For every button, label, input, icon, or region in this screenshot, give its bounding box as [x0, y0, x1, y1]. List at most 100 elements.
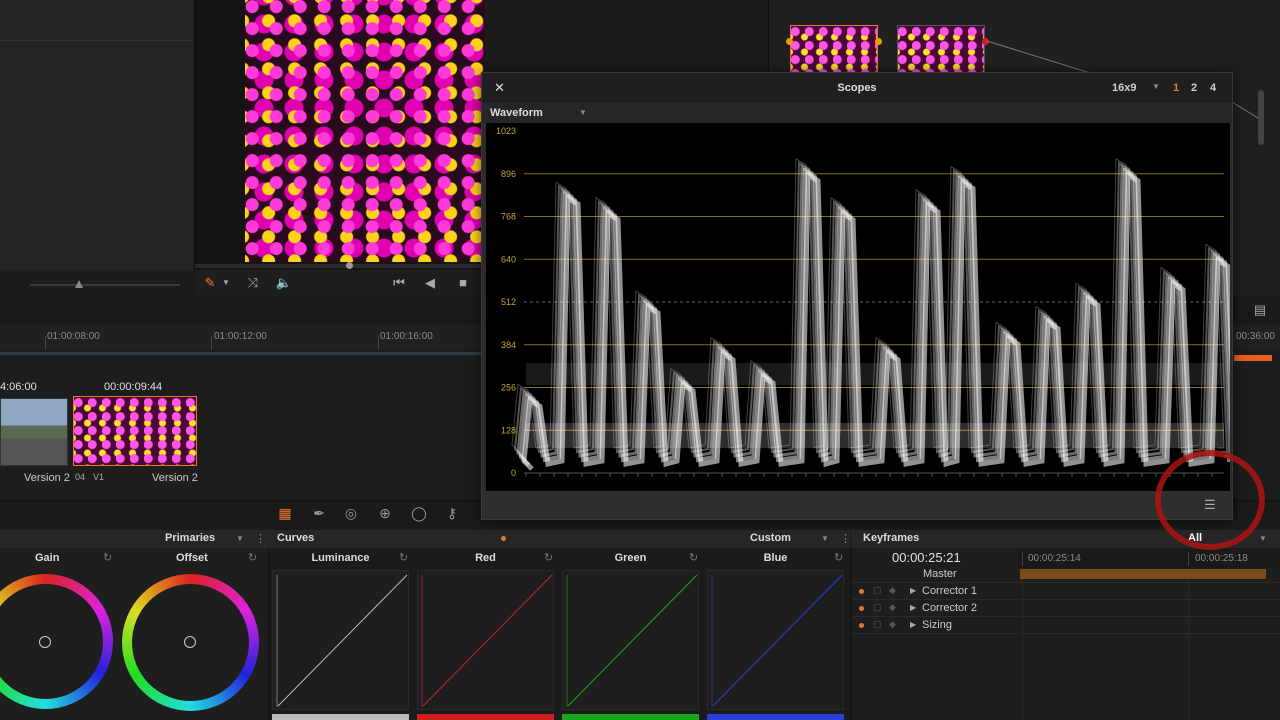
viewer-image	[245, 0, 485, 262]
curve-reset-icon-2[interactable]: ↻	[689, 551, 698, 564]
kf-track-enabled-dot[interactable]	[859, 589, 864, 594]
gain-wheel-handle[interactable]	[39, 636, 51, 648]
ruler-tick-2	[378, 336, 379, 350]
clip-1-label: Version 2	[24, 472, 70, 484]
qualifier-tool-icon[interactable]: ✒	[309, 505, 329, 522]
keyframes-filter-caret-icon[interactable]: ▼	[1259, 534, 1267, 543]
y-tick-label: 640	[501, 254, 516, 264]
curve-color-bar-2	[562, 714, 699, 720]
curve-reset-icon-1[interactable]: ↻	[544, 551, 553, 564]
expand-arrow-icon[interactable]: ▶	[910, 603, 916, 612]
stop-icon[interactable]: ■	[453, 273, 473, 293]
kf-ruler-tick-0	[1022, 552, 1023, 566]
clip-2-label: Version 2	[152, 472, 198, 484]
kf-track-lane[interactable]	[1020, 582, 1280, 583]
curve-graph-2[interactable]	[562, 570, 699, 710]
lock-icon[interactable]: ▢	[873, 619, 882, 630]
viewer-scrubber[interactable]	[195, 264, 485, 268]
curve-color-bar-3	[707, 714, 844, 720]
node-corrector-1[interactable]	[790, 25, 878, 73]
ratio-caret-icon[interactable]: ▼	[1152, 82, 1160, 91]
keyframe-diamond-icon[interactable]: ◆	[889, 585, 896, 596]
kf-track-lane[interactable]	[1020, 616, 1280, 617]
y-tick-label: 256	[501, 383, 516, 393]
ruler-label-0: 01:00:08:00	[47, 331, 100, 342]
curves-preset[interactable]: Custom	[750, 532, 791, 544]
picker-caret-icon[interactable]: ▼	[220, 273, 232, 293]
layout-4-button[interactable]: 4	[1210, 82, 1216, 94]
kf-track-enabled-dot[interactable]	[859, 606, 864, 611]
node-output-dot[interactable]	[875, 38, 882, 45]
gain-reset-icon[interactable]: ↻	[103, 551, 112, 564]
node-corrector-2[interactable]	[897, 25, 985, 73]
kf-ruler-0: 00:00:25:14	[1028, 553, 1081, 564]
ruler-tick-1	[211, 336, 212, 350]
offset-reset-icon[interactable]: ↻	[248, 551, 257, 564]
lock-icon[interactable]: ▢	[873, 602, 882, 613]
clip-1-thumb[interactable]	[0, 398, 68, 466]
curves-tool-icon[interactable]: ▦	[275, 505, 295, 522]
ruler-tick-0	[45, 336, 46, 350]
kf-track-lane[interactable]	[1020, 633, 1280, 634]
blur-tool-icon[interactable]: ◯	[409, 505, 429, 522]
shuffle-icon[interactable]: ⤨	[243, 273, 263, 293]
timeline-view-icon[interactable]: ▤	[1250, 300, 1270, 320]
window-tool-icon[interactable]: ◎	[341, 505, 361, 522]
keyframes-title: Keyframes	[863, 532, 920, 544]
ruler-label-right: 00:36:00	[1236, 331, 1275, 342]
scopes-window[interactable]: ✕ Scopes 16x9 ▼ 1 2 4 Waveform ▼ 1023 896…	[481, 72, 1239, 520]
ratio-select[interactable]: 16x9	[1112, 82, 1136, 94]
clip-2-track2: V1	[93, 472, 105, 482]
curve-graph-3[interactable]	[707, 570, 844, 710]
viewer-playhead[interactable]	[346, 262, 353, 269]
primaries-header	[0, 530, 268, 548]
y-tick-label: 896	[501, 169, 516, 179]
keyframes-timecode: 00:00:25:21	[892, 550, 961, 565]
key-tool-icon[interactable]: ⚷	[441, 505, 463, 522]
highlight-circle	[1155, 450, 1265, 550]
layout-2-button[interactable]: 2	[1191, 82, 1197, 94]
lock-icon[interactable]: ▢	[873, 585, 882, 596]
kf-track-label: Corrector 1	[922, 585, 978, 597]
expand-arrow-icon[interactable]: ▶	[910, 620, 916, 629]
kf-ruler-1: 00:00:25:18	[1195, 553, 1248, 564]
primaries-title[interactable]: Primaries	[165, 532, 215, 544]
kf-track-lane[interactable]	[1020, 599, 1280, 600]
node-input-dot[interactable]	[786, 38, 793, 45]
left-slider-track[interactable]	[30, 284, 180, 286]
play-reverse-icon[interactable]: ◀	[420, 273, 440, 293]
scope-mode-caret-icon[interactable]: ▼	[579, 108, 587, 117]
ruler-label-1: 01:00:12:00	[214, 331, 267, 342]
tracker-tool-icon[interactable]: ⊕	[375, 505, 395, 522]
transport-bar	[195, 270, 485, 296]
kf-master-bar[interactable]	[1020, 569, 1266, 579]
offset-wheel-handle[interactable]	[184, 636, 196, 648]
curve-label-0: Luminance	[311, 552, 370, 564]
keyframe-diamond-icon[interactable]: ◆	[889, 619, 896, 630]
kf-track-label: Master	[923, 568, 957, 580]
kf-track-label: Corrector 2	[922, 602, 978, 614]
curves-menu-icon[interactable]: ⋮	[840, 532, 851, 545]
curve-reset-icon-3[interactable]: ↻	[834, 551, 843, 564]
primaries-caret-icon[interactable]: ▼	[236, 534, 244, 543]
waveform-band	[526, 363, 1224, 385]
curve-graph-0[interactable]	[272, 570, 409, 710]
kf-track-enabled-dot[interactable]	[859, 623, 864, 628]
curve-reset-icon-0[interactable]: ↻	[399, 551, 408, 564]
primaries-menu-icon[interactable]: ⋮	[255, 532, 266, 545]
timeline-track-line	[0, 352, 485, 355]
scopes-titlebar[interactable]: ✕ Scopes 16x9 ▼ 1 2 4	[482, 73, 1232, 103]
skip-back-icon[interactable]: ⏮	[389, 273, 409, 293]
clip-2-thumb[interactable]	[73, 396, 197, 466]
picker-tool-icon[interactable]: ✎	[200, 273, 220, 293]
volume-icon[interactable]: 🔈	[274, 273, 294, 293]
scopes-subbar: Waveform ▼	[482, 103, 1232, 123]
layout-1-button[interactable]: 1	[1173, 82, 1179, 94]
curve-label-1: Red	[475, 552, 496, 564]
curve-graph-1[interactable]	[417, 570, 554, 710]
curves-preset-caret-icon[interactable]: ▼	[821, 534, 829, 543]
y-tick-label: 512	[501, 297, 516, 307]
expand-arrow-icon[interactable]: ▶	[910, 586, 916, 595]
scope-mode-select[interactable]: Waveform	[490, 107, 543, 119]
keyframe-diamond-icon[interactable]: ◆	[889, 602, 896, 613]
